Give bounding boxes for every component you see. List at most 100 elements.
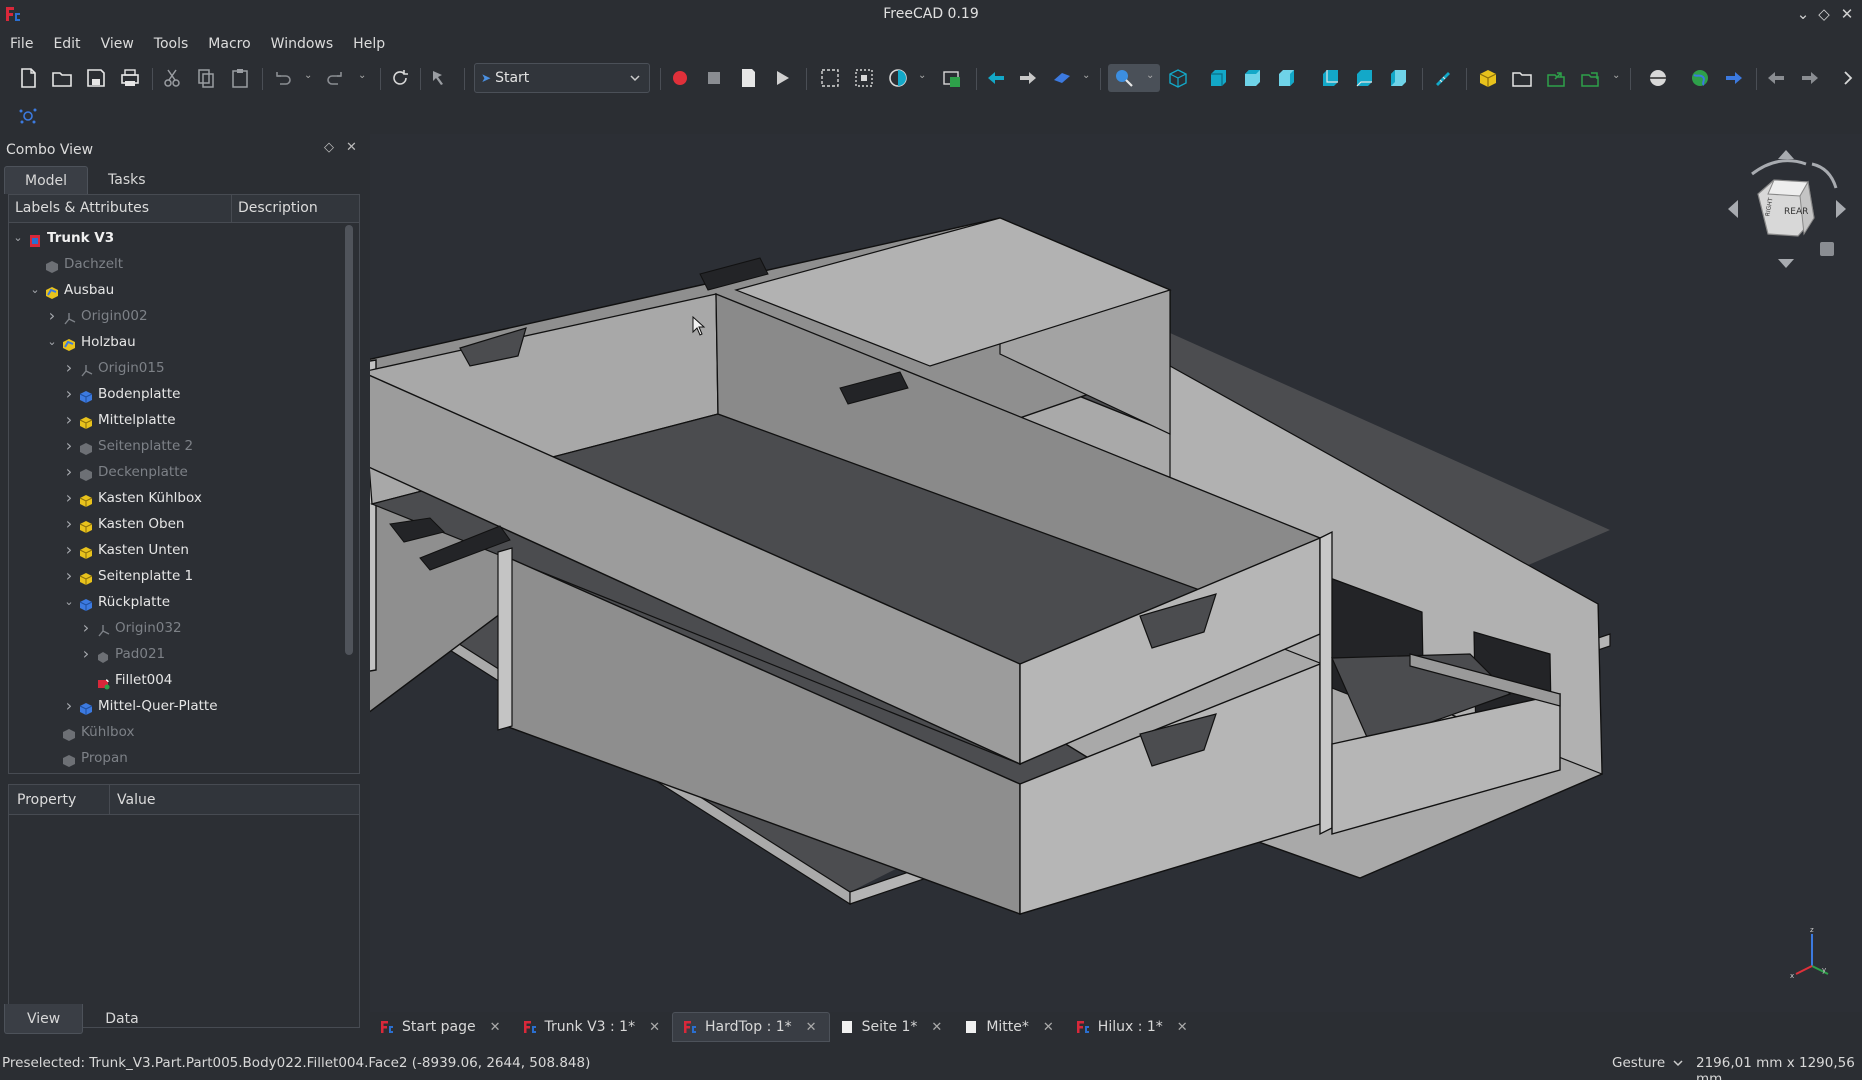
whats-this-icon[interactable] [428,66,452,90]
tree-scrollbar[interactable] [345,225,353,655]
zoom-dropdown-icon[interactable]: ⌄ [1146,70,1156,86]
cross-section-icon[interactable] [1646,66,1670,90]
lower-drawer-post[interactable] [497,547,513,731]
tree-item[interactable]: › Origin002 [9,303,341,329]
document-tab[interactable]: Seite 1* ✕ [830,1012,955,1042]
document-tab[interactable]: Hilux : 1* ✕ [1066,1012,1200,1042]
right-view-icon[interactable] [1274,66,1298,90]
sync-view-icon[interactable] [1050,66,1074,90]
forward-blue-icon[interactable] [1722,66,1746,90]
menu-windows[interactable]: Windows [261,30,344,58]
tree-item[interactable]: › Origin032 [9,615,341,641]
new-document-icon[interactable] [16,66,40,90]
document-tab[interactable]: Trunk V3 : 1* ✕ [513,1012,672,1042]
print-icon[interactable] [118,66,142,90]
close-tab-icon[interactable]: ✕ [806,1020,817,1035]
chevron-down-icon[interactable] [1672,1057,1684,1069]
expand-right-icon[interactable]: › [62,485,76,511]
expand-right-icon[interactable]: › [79,641,93,667]
tree-item[interactable]: Fillet004 [9,667,341,693]
tab-view[interactable]: View [4,1004,84,1034]
tree-item[interactable]: › Pad021 [9,641,341,667]
menu-file[interactable]: File [0,30,43,58]
3d-viewport[interactable]: REAR RIGHT z x y [370,134,1862,1012]
tree-header-description[interactable]: Description [238,200,318,216]
close-panel-icon[interactable]: ✕ [346,140,357,155]
expand-down-icon[interactable]: ⌄ [62,589,76,615]
navigation-cube[interactable]: REAR RIGHT [1722,144,1852,274]
menu-edit[interactable]: Edit [43,30,90,58]
expand-right-icon[interactable]: › [45,303,59,329]
tree-item[interactable]: › Seitenplatte 1 [9,563,341,589]
forward-arrow-icon[interactable] [1016,66,1040,90]
tree-item[interactable]: › Mittel-Quer-Platte [9,693,341,719]
isometric-view-icon[interactable] [1166,66,1190,90]
macro-editor-icon[interactable] [736,66,760,90]
stop-macro-icon[interactable] [702,66,726,90]
tree-item[interactable]: Dachzelt [9,251,341,277]
tree-item[interactable]: › Mittelplatte [9,407,341,433]
document-tab[interactable]: HardTop : 1* ✕ [672,1012,830,1042]
close-tab-icon[interactable]: ✕ [490,1020,501,1035]
expand-down-icon[interactable]: ⌄ [28,277,42,303]
nav-forward-icon[interactable] [1798,66,1822,90]
front-view-icon[interactable] [1206,66,1230,90]
tree-item[interactable]: › Kasten Oben [9,511,341,537]
paste-icon[interactable] [228,66,252,90]
refresh-icon[interactable] [388,66,412,90]
run-macro-icon[interactable] [770,66,794,90]
document-tab[interactable]: Start page ✕ [370,1012,513,1042]
expand-right-icon[interactable]: › [79,615,93,641]
tree-header-labels[interactable]: Labels & Attributes [15,200,149,216]
copy-icon[interactable] [194,66,218,90]
tree-item[interactable]: ⌄ Ausbau [9,277,341,303]
menu-macro[interactable]: Macro [198,30,260,58]
tab-model[interactable]: Model [4,166,89,194]
cut-icon[interactable] [160,66,184,90]
property-header-property[interactable]: Property [17,792,76,808]
zoom-icon[interactable] [1112,66,1136,90]
menu-tools[interactable]: Tools [144,30,199,58]
rear-view-icon[interactable] [1318,66,1342,90]
save-icon[interactable] [84,66,108,90]
undo-dropdown-icon[interactable]: ⌄ [304,70,314,86]
minimize-button[interactable]: ⌄ [1792,3,1814,25]
toolbar-overflow-icon[interactable] [1836,66,1860,90]
property-header-value[interactable]: Value [117,792,155,808]
undo-icon[interactable] [270,66,294,90]
expand-right-icon[interactable]: › [62,693,76,719]
expand-right-icon[interactable]: › [62,563,76,589]
create-link-icon[interactable] [1544,66,1568,90]
expand-right-icon[interactable]: › [62,459,76,485]
web-browser-icon[interactable] [1688,66,1712,90]
tab-data[interactable]: Data [83,1004,160,1034]
draw-style-icon[interactable] [886,66,910,90]
expand-right-icon[interactable]: › [62,537,76,563]
nav-back-icon[interactable] [1764,66,1788,90]
sync-view-dropdown-icon[interactable]: ⌄ [1082,70,1092,86]
tree-item[interactable]: Kühlbox [9,719,341,745]
close-tab-icon[interactable]: ✕ [649,1020,660,1035]
bounding-box-icon[interactable] [940,66,964,90]
close-tab-icon[interactable]: ✕ [931,1020,942,1035]
redo-dropdown-icon[interactable]: ⌄ [358,70,368,86]
close-tab-icon[interactable]: ✕ [1177,1020,1188,1035]
create-group-icon[interactable] [1510,66,1534,90]
close-tab-icon[interactable]: ✕ [1043,1020,1054,1035]
close-window-button[interactable]: ✕ [1836,3,1858,25]
link-actions-dropdown-icon[interactable]: ⌄ [1612,70,1622,86]
tree-item[interactable]: ⌄ Trunk V3 [9,225,341,251]
tree-item[interactable]: › Origin015 [9,355,341,381]
open-folder-icon[interactable] [50,66,74,90]
measure-distance-icon[interactable] [1430,66,1454,90]
expand-right-icon[interactable]: › [62,511,76,537]
top-view-icon[interactable] [1240,66,1264,90]
expand-right-icon[interactable]: › [62,355,76,381]
menu-help[interactable]: Help [343,30,395,58]
back-arrow-icon[interactable] [984,66,1008,90]
tree-item[interactable]: › Seitenplatte 2 [9,433,341,459]
tree-item[interactable]: ⌄ Rückplatte [9,589,341,615]
tab-tasks[interactable]: Tasks [88,166,166,194]
tree-item[interactable]: › Kasten Kühlbox [9,485,341,511]
workbench-selector[interactable]: ➤ Start [474,63,650,93]
